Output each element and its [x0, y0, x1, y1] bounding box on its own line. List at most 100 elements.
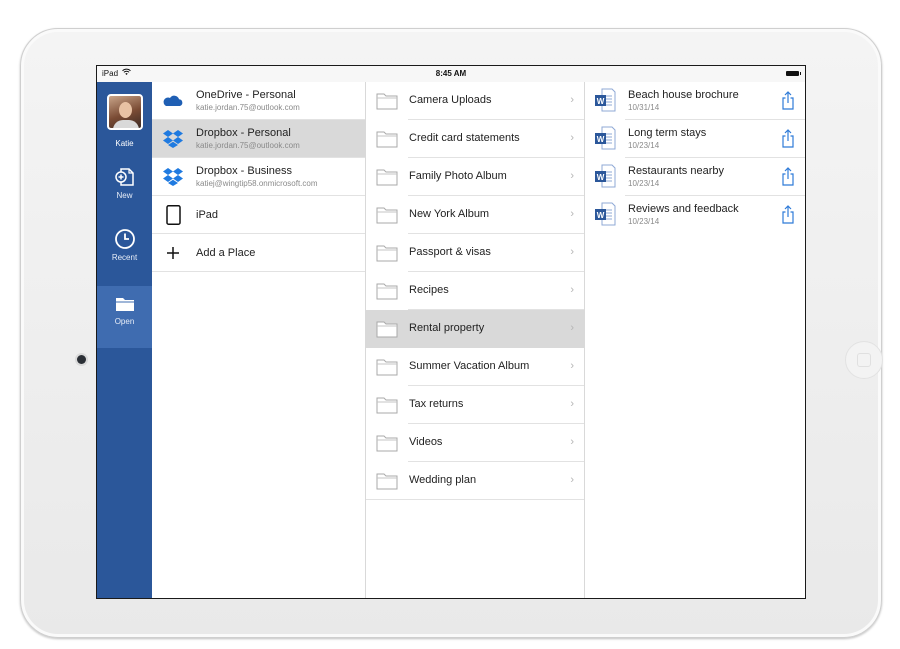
folder-icon: [376, 359, 398, 376]
file-name: Reviews and feedback: [628, 203, 739, 215]
place-email: katie.jordan.75@outlook.com: [196, 141, 300, 150]
place-email: katiej@wingtip58.onmicrosoft.com: [196, 179, 318, 188]
folder-name: Wedding plan: [409, 474, 477, 486]
share-icon[interactable]: [781, 166, 795, 186]
folder-row[interactable]: Videos ›: [366, 424, 584, 462]
folder-name: Camera Uploads: [409, 94, 492, 106]
file-date: 10/23/14: [628, 179, 660, 188]
folder-row[interactable]: New York Album ›: [366, 196, 584, 234]
clock-icon: [114, 229, 135, 249]
nav-recent[interactable]: Recent: [97, 228, 152, 290]
status-time: 8:45 AM: [435, 69, 467, 78]
place-email: katie.jordan.75@outlook.com: [196, 103, 300, 112]
screen: iPad 8:45 AM Katie New Recent Open OneDr…: [96, 65, 806, 599]
onedrive-cloud-icon: [163, 95, 183, 106]
nav-recent-label: Recent: [111, 253, 138, 262]
folder-row[interactable]: Credit card statements ›: [366, 120, 584, 158]
place-name: Dropbox - Business: [196, 165, 292, 177]
svg-text:W: W: [597, 211, 605, 220]
chevron-right-icon: ›: [570, 246, 574, 258]
folder-row[interactable]: Tax returns ›: [366, 386, 584, 424]
home-button[interactable]: [845, 341, 883, 379]
add-a-place-button[interactable]: Add a Place: [152, 234, 365, 272]
folder-icon: [376, 397, 398, 414]
place-dropbox-business[interactable]: Dropbox - Business katiej@wingtip58.onmi…: [152, 158, 365, 196]
share-icon[interactable]: [781, 204, 795, 224]
file-row[interactable]: W Beach house brochure 10/31/14: [585, 82, 805, 120]
folder-row[interactable]: Summer Vacation Album ›: [366, 348, 584, 386]
battery-icon: [786, 71, 801, 76]
plus-icon: [167, 247, 179, 259]
word-document-icon: W: [595, 164, 616, 188]
file-name: Beach house brochure: [628, 89, 739, 101]
dropbox-icon: [163, 168, 183, 186]
file-row[interactable]: W Reviews and feedback 10/23/14: [585, 196, 805, 234]
folder-row-selected[interactable]: Rental property ›: [366, 310, 584, 348]
folder-name: Credit card statements: [409, 132, 520, 144]
svg-text:W: W: [597, 173, 605, 182]
folder-icon: [376, 131, 398, 148]
place-name: Dropbox - Personal: [196, 127, 291, 139]
folder-row[interactable]: Wedding plan ›: [366, 462, 584, 500]
front-camera: [77, 355, 86, 364]
divider: [366, 499, 584, 500]
new-document-icon: [114, 168, 134, 186]
word-document-icon: W: [595, 88, 616, 112]
file-date: 10/23/14: [628, 217, 660, 226]
nav-open-label: Open: [114, 317, 135, 326]
user-name: Katie: [115, 139, 134, 148]
folders-list: Camera Uploads › Credit card statements …: [366, 82, 585, 598]
folder-icon: [376, 435, 398, 452]
chevron-right-icon: ›: [570, 360, 574, 372]
share-icon[interactable]: [781, 90, 795, 110]
folder-icon: [376, 283, 398, 300]
file-name: Restaurants nearby: [628, 165, 724, 177]
folder-name: Passport & visas: [409, 246, 491, 258]
word-document-icon: W: [595, 202, 616, 226]
chevron-right-icon: ›: [570, 398, 574, 410]
chevron-right-icon: ›: [570, 208, 574, 220]
chevron-right-icon: ›: [570, 284, 574, 296]
folder-icon: [376, 473, 398, 490]
folder-name: New York Album: [409, 208, 490, 220]
place-onedrive-personal[interactable]: OneDrive - Personal katie.jordan.75@outl…: [152, 82, 365, 120]
chevron-right-icon: ›: [570, 94, 574, 106]
folder-icon: [376, 321, 398, 338]
chevron-right-icon: ›: [570, 132, 574, 144]
folder-name: Videos: [409, 436, 443, 448]
folder-row[interactable]: Family Photo Album ›: [366, 158, 584, 196]
folder-name: Rental property: [409, 322, 485, 334]
folder-icon: [376, 245, 398, 262]
chevron-right-icon: ›: [570, 322, 574, 334]
nav-rail: Katie New Recent Open: [97, 82, 152, 598]
file-row[interactable]: W Restaurants nearby 10/23/14: [585, 158, 805, 196]
place-dropbox-personal[interactable]: Dropbox - Personal katie.jordan.75@outlo…: [152, 120, 365, 158]
file-row[interactable]: W Long term stays 10/23/14: [585, 120, 805, 158]
folder-open-icon: [115, 298, 134, 311]
chevron-right-icon: ›: [570, 474, 574, 486]
folder-name: Family Photo Album: [409, 170, 507, 182]
nav-open[interactable]: Open: [97, 286, 152, 348]
nav-new-label: New: [116, 191, 133, 200]
word-document-icon: W: [595, 126, 616, 150]
folder-row[interactable]: Camera Uploads ›: [366, 82, 584, 120]
chevron-right-icon: ›: [570, 170, 574, 182]
folder-icon: [376, 169, 398, 186]
avatar[interactable]: [107, 94, 143, 130]
folder-row[interactable]: Passport & visas ›: [366, 234, 584, 272]
files-list: W Beach house brochure 10/31/14 W Long t…: [585, 82, 805, 598]
place-name: iPad: [196, 209, 219, 221]
place-ipad[interactable]: iPad: [152, 196, 365, 234]
folder-name: Tax returns: [409, 398, 464, 410]
nav-new[interactable]: New: [97, 166, 152, 228]
file-date: 10/23/14: [628, 141, 660, 150]
place-name: OneDrive - Personal: [196, 89, 296, 101]
chevron-right-icon: ›: [570, 436, 574, 448]
tablet-icon: [166, 205, 181, 225]
folder-name: Summer Vacation Album: [409, 360, 530, 372]
share-icon[interactable]: [781, 128, 795, 148]
folder-icon: [376, 93, 398, 110]
dropbox-icon: [163, 130, 183, 148]
folder-icon: [376, 207, 398, 224]
folder-row[interactable]: Recipes ›: [366, 272, 584, 310]
